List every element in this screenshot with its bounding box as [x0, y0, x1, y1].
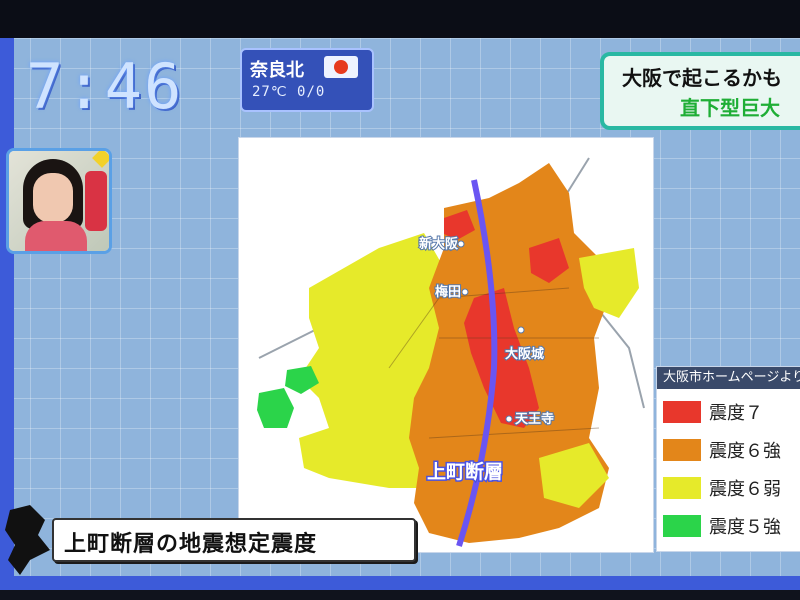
legend-item: 震度６強	[663, 435, 800, 465]
ink-splatter-decoration	[5, 505, 50, 575]
legend-title: 大阪市ホームページより	[657, 367, 800, 389]
legend-item: 震度５強	[663, 511, 800, 541]
intensity-map-panel: 新大阪 梅田 大阪城 天王寺 上町断層	[238, 137, 654, 553]
legend-label: 震度６強	[709, 441, 781, 462]
osaka-intensity-map: 新大阪 梅田 大阪城 天王寺 上町断層	[257, 157, 645, 547]
caption-banner: 上町断層の地震想定震度	[52, 518, 416, 562]
station-label: 大阪城	[505, 346, 544, 362]
station-marker	[505, 415, 513, 423]
legend-label: 震度７	[709, 403, 763, 424]
fault-label: 上町断層	[427, 460, 503, 483]
weather-city: 奈良北	[250, 60, 304, 81]
intensity-legend: 大阪市ホームページより 震度７ 震度６強 震度６弱 震度５強	[656, 366, 800, 552]
weather-widget: 奈良北 27℃ 0/0	[240, 48, 374, 112]
legend-swatch	[663, 439, 701, 461]
headline-banner: 大阪で起こるかも 直下型巨大	[600, 52, 800, 130]
headline-line-1: 大阪で起こるかも	[622, 66, 782, 90]
zone-shindo5strong-1	[257, 388, 294, 428]
station-label: 天王寺	[515, 411, 554, 427]
anchor-thumbnail	[6, 148, 112, 254]
legend-item: 震度７	[663, 397, 800, 427]
legend-label: 震度６弱	[709, 479, 781, 500]
station-marker	[457, 240, 465, 248]
weather-stats: 27℃ 0/0	[252, 84, 326, 100]
legend-swatch	[663, 401, 701, 423]
station-marker	[461, 288, 469, 296]
legend-item: 震度６弱	[663, 473, 800, 503]
legend-swatch	[663, 477, 701, 499]
caption-text: 上町断層の地震想定震度	[64, 532, 318, 557]
headline-line-2: 直下型巨大	[680, 96, 780, 120]
bezel-bottom	[0, 590, 800, 600]
station-label: 梅田	[435, 284, 461, 300]
station-marker	[517, 326, 525, 334]
screen-frame-bottom	[0, 576, 800, 590]
legend-label: 震度５強	[709, 517, 781, 538]
clock-display: 7:46	[26, 50, 184, 123]
station-label: 新大阪	[419, 236, 459, 252]
legend-swatch	[663, 515, 701, 537]
sun-icon	[324, 56, 358, 78]
